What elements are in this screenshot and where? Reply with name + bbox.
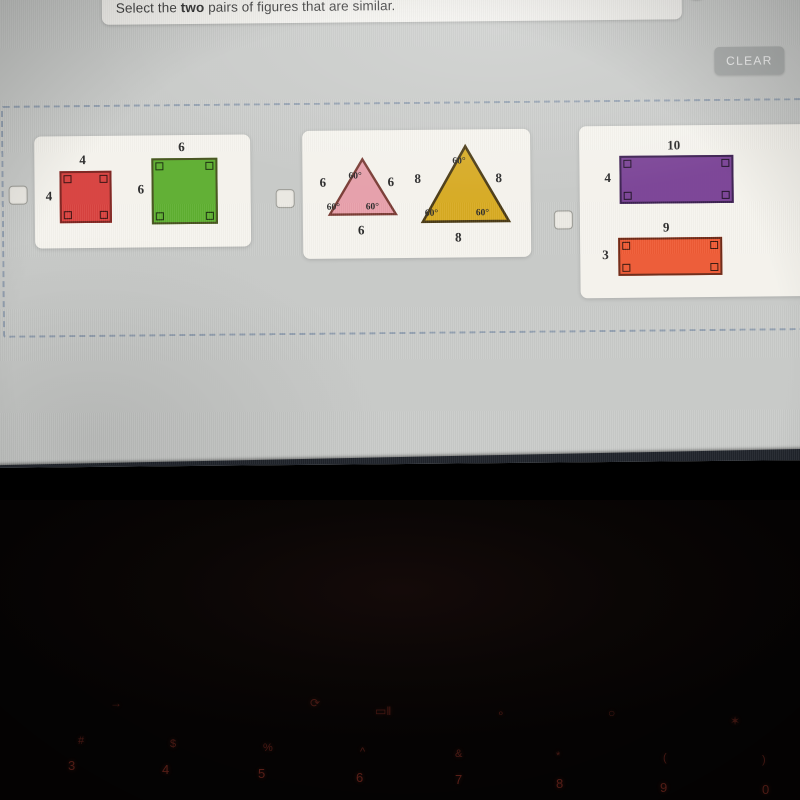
checkbox-pair-3[interactable] <box>553 210 574 230</box>
question-bar: Select the two pairs of figures that are… <box>101 0 682 25</box>
purple-rectangle-top-label: 10 <box>667 137 681 153</box>
taskbar-separator <box>617 464 619 468</box>
purple-rectangle <box>619 154 734 204</box>
key-fn-1[interactable]: → <box>110 696 122 710</box>
gold-triangle-bottom-right-angle: 60° <box>475 208 490 219</box>
red-square <box>59 170 112 224</box>
key-digit-7[interactable]: 7 <box>455 772 462 787</box>
green-square-left-label: 6 <box>137 181 145 197</box>
key-digit-6[interactable]: 6 <box>356 770 363 785</box>
orange-rectangle-top-label: 9 <box>662 219 670 235</box>
key-digit-8[interactable]: 8 <box>556 776 563 791</box>
question-prefix: Select the <box>115 0 181 16</box>
key-symbol-paren-close[interactable]: ) <box>762 754 766 766</box>
question-suffix: pairs of figures that are similar. <box>204 0 396 15</box>
key-symbol-ampersand[interactable]: & <box>455 748 462 760</box>
pink-triangle-bottom-label: 6 <box>357 222 365 238</box>
key-symbol-dollar[interactable]: $ <box>170 738 176 750</box>
green-square-top-label: 6 <box>178 139 185 155</box>
key-fn-7[interactable]: ✶ <box>730 714 740 728</box>
thinkcad-grid-icon[interactable]: T H N K I N C A D <box>444 465 472 468</box>
orange-rectangle <box>618 236 723 276</box>
gold-triangle-top-angle: 60° <box>452 156 466 167</box>
red-square-left-label: 4 <box>45 188 53 204</box>
key-digit-0[interactable]: 0 <box>762 782 769 797</box>
pink-triangle-right-label: 6 <box>387 174 395 190</box>
gold-triangle-left-label: 8 <box>414 170 422 186</box>
youtube-icon[interactable]: ▶ <box>538 463 566 468</box>
red-square-top-label: 4 <box>79 152 86 168</box>
pink-triangle-top-angle: 60° <box>348 171 362 182</box>
figure-pair-card-2[interactable]: 6 6 6 60° 60° 60° 8 8 8 60° 60° 60° <box>302 128 532 259</box>
figure-pair-card-1[interactable]: 4 4 6 6 <box>34 134 252 249</box>
key-symbol-paren-open[interactable]: ( <box>663 752 667 764</box>
keyboard: → ⟳ □ ▭‖ ∘ ○ ✶ # $ % ^ & * ( ) 3 4 5 6 7… <box>0 690 800 800</box>
play-store-icon[interactable] <box>585 462 613 468</box>
green-square <box>151 157 218 225</box>
question-text: Select the two pairs of figures that are… <box>116 0 396 16</box>
chrome-icon[interactable] <box>491 464 519 468</box>
gold-triangle-right-label: 8 <box>495 170 503 186</box>
laptop-photo: Select the two pairs of figures that are… <box>0 0 800 800</box>
gold-triangle-bottom-left-angle: 60° <box>424 208 439 219</box>
purple-rectangle-left-label: 4 <box>604 169 612 186</box>
clear-button-label: CLEAR <box>726 53 773 68</box>
taskbar: T ✸ T H N K I N C A D <box>0 448 800 468</box>
pink-triangle-bottom-right-angle: 60° <box>365 202 380 213</box>
pink-triangle-left-label: 6 <box>319 174 327 190</box>
key-digit-5[interactable]: 5 <box>258 766 265 781</box>
pink-triangle-bottom-left-angle: 60° <box>326 202 341 213</box>
question-emphasis: two <box>180 0 205 16</box>
checkbox-pair-2[interactable] <box>275 189 295 209</box>
laptop-screen: Select the two pairs of figures that are… <box>0 0 800 468</box>
key-fn-6[interactable]: ○ <box>608 706 615 720</box>
key-symbol-asterisk[interactable]: * <box>556 750 560 762</box>
figure-pair-card-3[interactable]: 10 4 9 3 <box>579 124 800 299</box>
key-symbol-hash[interactable]: # <box>78 735 84 747</box>
gold-triangle-bottom-label: 8 <box>455 229 462 245</box>
key-symbol-percent[interactable]: % <box>263 742 273 754</box>
settings-gear-icon[interactable]: ⚙ <box>632 461 660 468</box>
orange-rectangle-left-label: 3 <box>602 247 609 263</box>
key-digit-4[interactable]: 4 <box>162 762 169 777</box>
key-fn-5[interactable]: ∘ <box>497 706 505 720</box>
key-symbol-caret[interactable]: ^ <box>360 746 365 758</box>
key-digit-3[interactable]: 3 <box>68 758 75 773</box>
key-fn-4[interactable]: ▭‖ <box>375 704 391 718</box>
red-burst-app-icon[interactable]: ✸ <box>397 466 425 468</box>
key-fn-2[interactable]: ⟳ <box>310 696 320 710</box>
checkbox-pair-1[interactable] <box>8 185 28 205</box>
key-digit-9[interactable]: 9 <box>660 780 667 795</box>
clear-button[interactable]: CLEAR <box>714 46 785 75</box>
